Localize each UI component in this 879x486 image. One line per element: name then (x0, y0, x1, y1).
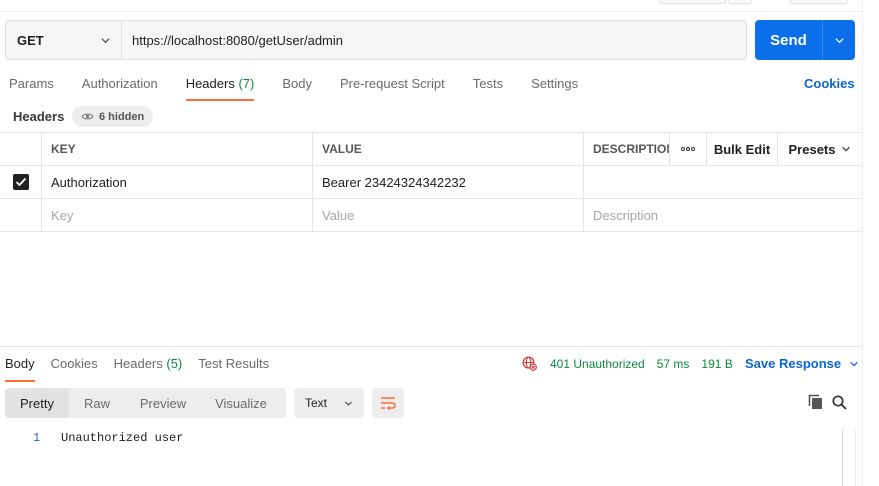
line-number: 1 (33, 431, 41, 445)
tab-label: Body (282, 76, 312, 91)
tab-label: Params (9, 76, 54, 91)
editor-scrollbar[interactable] (842, 429, 856, 486)
new-description-input[interactable]: Description (583, 199, 862, 231)
top-toolbar-button[interactable] (790, 0, 848, 4)
headers-section-title: Headers (13, 109, 65, 124)
more-dots-icon (681, 147, 695, 151)
eye-icon (81, 113, 94, 120)
format-label: Text (305, 396, 328, 410)
more-options-button[interactable] (669, 133, 706, 165)
response-size[interactable]: 191 B (701, 357, 732, 371)
tab-body[interactable]: Body (282, 76, 312, 100)
column-header-value: VALUE (312, 133, 584, 165)
view-preview[interactable]: Preview (125, 388, 201, 418)
chevron-down-icon (842, 146, 851, 152)
resp-tab-cookies[interactable]: Cookies (51, 356, 98, 380)
tab-headers[interactable]: Headers (7) (185, 76, 255, 101)
header-description-cell[interactable] (583, 166, 862, 198)
checkbox-column-header (0, 133, 42, 165)
presets-label: Presets (788, 141, 836, 157)
view-mode-selector: Pretty Raw Preview Visualize (5, 388, 286, 418)
tab-params[interactable]: Params (9, 76, 54, 100)
tab-label: Test Results (198, 356, 270, 371)
resp-tab-body[interactable]: Body (5, 356, 35, 382)
status-code[interactable]: 401 Unauthorized (550, 357, 645, 371)
tab-label: Pre-request Script (339, 76, 445, 91)
column-header-key: KEY (41, 133, 313, 165)
headers-table: KEY VALUE DESCRIPTION Bulk Edit Presets … (0, 132, 862, 232)
response-divider[interactable] (0, 346, 862, 347)
hidden-headers-toggle[interactable]: 6 hidden (72, 106, 154, 127)
top-toolbar-button[interactable] (728, 0, 752, 4)
view-pretty[interactable]: Pretty (5, 388, 69, 418)
request-bar: GET (5, 20, 747, 60)
hidden-count-label: 6 hidden (99, 110, 145, 123)
row-enabled-cell (0, 199, 42, 231)
view-visualize[interactable]: Visualize (201, 388, 281, 418)
send-options-button[interactable] (823, 35, 855, 46)
header-value-cell[interactable]: Bearer 23424324342232 (312, 166, 584, 198)
response-body-editor[interactable]: 1 Unauthorized user (0, 428, 840, 486)
tab-label: Body (5, 356, 35, 371)
header-key-cell[interactable]: Authorization (41, 166, 313, 198)
chevron-down-icon (850, 361, 858, 367)
tab-label: Cookies (50, 356, 98, 371)
chevron-down-icon (101, 37, 110, 43)
tab-label: Tests (472, 76, 504, 91)
new-key-input[interactable]: Key (41, 199, 313, 231)
chevron-down-icon (345, 401, 352, 406)
tab-label: Authorization (81, 76, 158, 91)
wrap-lines-button[interactable] (372, 388, 404, 418)
chevron-down-icon (834, 37, 844, 43)
tab-count: (5) (166, 356, 183, 371)
cookies-link[interactable]: Cookies (804, 76, 855, 91)
method-select[interactable]: GET (6, 21, 122, 59)
tab-label: Settings (531, 76, 579, 91)
tab-settings[interactable]: Settings (531, 76, 578, 100)
table-tools: Bulk Edit Presets (669, 133, 862, 165)
bulk-edit-button[interactable]: Bulk Edit (706, 133, 777, 165)
send-button: Send (755, 20, 855, 60)
tab-label: Headers (185, 76, 235, 91)
method-label: GET (17, 32, 44, 48)
table-header-row: KEY VALUE DESCRIPTION Bulk Edit Presets (0, 133, 862, 166)
row-enabled-checkbox[interactable] (13, 174, 29, 190)
view-raw[interactable]: Raw (69, 388, 125, 418)
search-icon[interactable] (832, 395, 847, 410)
tab-authorization[interactable]: Authorization (82, 76, 158, 100)
table-row-new: Key Value Description (0, 199, 862, 232)
wrap-lines-icon (381, 397, 396, 410)
table-row: Authorization Bearer 23424324342232 (0, 166, 862, 199)
divider (0, 11, 862, 12)
globe-error-icon[interactable] (522, 356, 537, 371)
response-meta: 401 Unauthorized 57 ms 191 B (522, 356, 733, 371)
tab-count: (7) (238, 76, 255, 91)
format-select[interactable]: Text (294, 388, 364, 418)
save-response-button[interactable]: Save Response (745, 356, 859, 371)
presets-button[interactable]: Presets (777, 133, 862, 165)
resp-tab-test-results[interactable]: Test Results (198, 356, 269, 380)
request-tabs: Params Authorization Headers (7) Body Pr… (9, 76, 606, 101)
send-label[interactable]: Send (755, 32, 822, 49)
url-input[interactable] (122, 21, 746, 59)
checkbox-checked-icon (15, 177, 27, 187)
response-time[interactable]: 57 ms (657, 357, 690, 371)
panel-border (862, 0, 863, 486)
save-response-label: Save Response (745, 356, 842, 371)
tab-pre-request-script[interactable]: Pre-request Script (340, 76, 445, 100)
top-toolbar-button[interactable] (659, 0, 726, 4)
row-enabled-cell (0, 166, 42, 198)
tab-tests[interactable]: Tests (473, 76, 503, 100)
tab-label: Headers (113, 356, 163, 371)
code-line: Unauthorized user (61, 431, 184, 445)
response-tabs: Body Cookies Headers (5) Test Results (5, 356, 285, 382)
new-value-input[interactable]: Value (312, 199, 584, 231)
copy-icon[interactable] (808, 394, 823, 410)
resp-tab-headers[interactable]: Headers (5) (114, 356, 183, 380)
